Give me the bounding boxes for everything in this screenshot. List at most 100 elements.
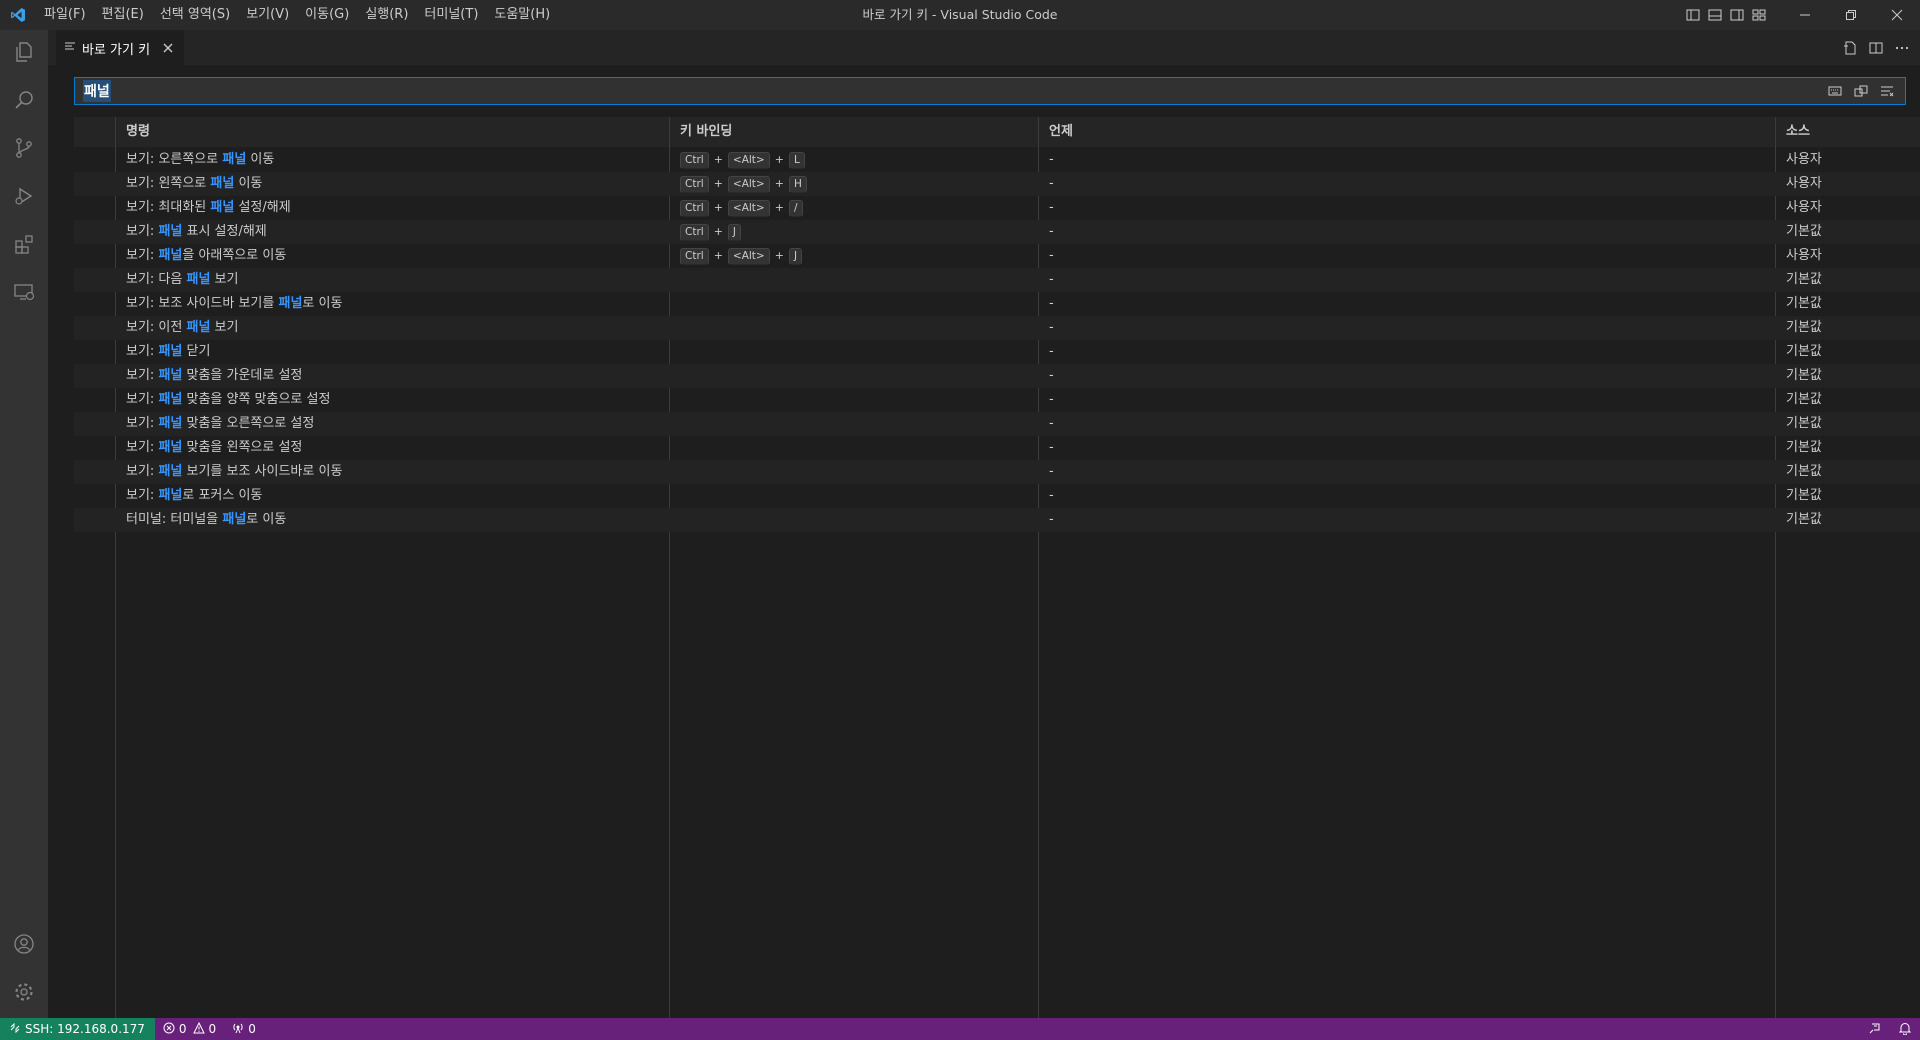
header-keybinding[interactable]: 키 바인딩 bbox=[680, 117, 732, 147]
menu-item[interactable]: 보기(V) bbox=[238, 0, 297, 30]
remote-explorer-button[interactable] bbox=[0, 270, 48, 318]
table-row[interactable]: 보기: 최대화된 패널 설정/해제 Ctrl + <Alt> + / - 사용자 bbox=[74, 196, 1920, 220]
menu-item[interactable]: 터미널(T) bbox=[416, 0, 486, 30]
explorer-button[interactable] bbox=[0, 30, 48, 78]
search-actions bbox=[1825, 81, 1905, 101]
when-cell: - bbox=[1049, 344, 1054, 359]
menu-item[interactable]: 선택 영역(S) bbox=[152, 0, 238, 30]
command-prefix: 보기: 왼쪽으로 bbox=[126, 176, 211, 191]
command-prefix: 보기: bbox=[126, 392, 159, 407]
table-row[interactable]: 보기: 패널로 포커스 이동 - 기본값 bbox=[74, 484, 1920, 508]
keybinding-cell[interactable]: Ctrl + <Alt> + J bbox=[680, 244, 803, 268]
table-row[interactable]: 보기: 오른쪽으로 패널 이동 Ctrl + <Alt> + L - 사용자 bbox=[74, 148, 1920, 172]
keybinding-cell[interactable]: Ctrl + J bbox=[680, 220, 742, 244]
search-match-highlight: 패널 bbox=[222, 152, 247, 167]
key-separator: + bbox=[774, 153, 784, 166]
menu-bar: 파일(F) 편집(E) 선택 영역(S) 보기(V) 이동(G) 실행(R) 터미널(T) 도… bbox=[36, 0, 558, 30]
menu-item[interactable]: 실행(R) bbox=[357, 0, 416, 30]
restore-icon[interactable] bbox=[1828, 0, 1874, 30]
toggle-primary-sidebar-icon[interactable] bbox=[1682, 0, 1704, 30]
feedback-button[interactable] bbox=[1860, 1018, 1890, 1040]
search-input[interactable]: 패널 bbox=[75, 80, 1825, 102]
header-when[interactable]: 언제 bbox=[1049, 117, 1073, 147]
command-prefix: 보기: bbox=[126, 224, 159, 239]
toggle-secondary-sidebar-icon[interactable] bbox=[1726, 0, 1748, 30]
header-command[interactable]: 명령 bbox=[126, 117, 150, 147]
header-source[interactable]: 소스 bbox=[1786, 117, 1810, 147]
search-match-highlight: 패널 bbox=[158, 416, 183, 431]
ports-indicator[interactable]: 0 bbox=[224, 1018, 264, 1040]
remote-indicator[interactable]: SSH: 192.168.0.177 bbox=[0, 1018, 155, 1040]
table-row[interactable]: 보기: 패널 맞춤을 가운데로 설정 - 기본값 bbox=[74, 364, 1920, 388]
customize-layout-icon[interactable] bbox=[1748, 0, 1770, 30]
table-row[interactable]: 보기: 패널 닫기 - 기본값 bbox=[74, 340, 1920, 364]
search-view-button[interactable] bbox=[0, 78, 48, 126]
search-match-highlight: 패널 bbox=[158, 224, 183, 239]
key-label: H bbox=[788, 175, 807, 193]
table-row[interactable]: 보기: 이전 패널 보기 - 기본값 bbox=[74, 316, 1920, 340]
table-row[interactable]: 보기: 보조 사이드바 보기를 패널로 이동 - 기본값 bbox=[74, 292, 1920, 316]
key-label: L bbox=[788, 151, 805, 169]
more-actions-icon[interactable] bbox=[1892, 38, 1912, 58]
problems-indicator[interactable]: 0 0 bbox=[155, 1018, 224, 1040]
tab-keyboard-shortcuts[interactable]: 바로 가기 키 bbox=[56, 30, 185, 65]
remote-icon bbox=[10, 1022, 20, 1036]
keybinding-cell[interactable]: Ctrl + <Alt> + L bbox=[680, 148, 805, 172]
warning-icon bbox=[192, 1021, 205, 1037]
record-keys-icon[interactable] bbox=[1825, 81, 1845, 101]
clear-filter-icon[interactable] bbox=[1877, 81, 1897, 101]
source-cell: 사용자 bbox=[1786, 200, 1822, 215]
when-cell: - bbox=[1049, 392, 1054, 407]
menu-item[interactable]: 도움말(H) bbox=[486, 0, 558, 30]
command-prefix: 보기: bbox=[126, 488, 159, 503]
command-suffix: 이동 bbox=[234, 176, 263, 191]
open-keybindings-json-icon[interactable] bbox=[1840, 38, 1860, 58]
command-prefix: 보기: 보조 사이드바 보기를 bbox=[126, 296, 279, 311]
source-cell: 사용자 bbox=[1786, 176, 1822, 191]
status-right bbox=[1860, 1018, 1920, 1040]
table-row[interactable]: 보기: 패널 맞춤을 양쪽 맞춤으로 설정 - 기본값 bbox=[74, 388, 1920, 412]
vscode-logo-icon[interactable] bbox=[0, 0, 36, 30]
source-cell: 기본값 bbox=[1786, 224, 1822, 239]
command-cell: 보기: 오른쪽으로 패널 이동 bbox=[126, 148, 274, 172]
table-row[interactable]: 보기: 패널 맞춤을 오른쪽으로 설정 - 기본값 bbox=[74, 412, 1920, 436]
keybindings-search-box[interactable]: 패널 bbox=[74, 77, 1906, 105]
minimize-icon[interactable] bbox=[1782, 0, 1828, 30]
notifications-button[interactable] bbox=[1890, 1018, 1920, 1040]
menu-item[interactable]: 편집(E) bbox=[94, 0, 152, 30]
menu-item[interactable]: 이동(G) bbox=[297, 0, 357, 30]
search-match-highlight: 패널 bbox=[158, 344, 183, 359]
warning-count: 0 bbox=[208, 1022, 217, 1036]
table-row[interactable]: 보기: 왼쪽으로 패널 이동 Ctrl + <Alt> + H - 사용자 bbox=[74, 172, 1920, 196]
source-cell: 기본값 bbox=[1786, 488, 1822, 503]
command-prefix: 보기: bbox=[126, 248, 159, 263]
extensions-button[interactable] bbox=[0, 222, 48, 270]
table-row[interactable]: 보기: 패널 표시 설정/해제 Ctrl + J - 기본값 bbox=[74, 220, 1920, 244]
split-editor-icon[interactable] bbox=[1866, 38, 1886, 58]
command-suffix: 보기를 보조 사이드바로 이동 bbox=[182, 464, 343, 479]
table-row[interactable]: 보기: 패널 맞춤을 왼쪽으로 설정 - 기본값 bbox=[74, 436, 1920, 460]
close-tab-icon[interactable] bbox=[162, 42, 174, 54]
toggle-panel-icon[interactable] bbox=[1704, 0, 1726, 30]
close-window-icon[interactable] bbox=[1874, 0, 1920, 30]
table-row[interactable]: 보기: 패널을 아래쪽으로 이동 Ctrl + <Alt> + J - 사용자 bbox=[74, 244, 1920, 268]
search-match-highlight: 패널 bbox=[158, 488, 183, 503]
when-cell: - bbox=[1049, 176, 1054, 191]
run-debug-button[interactable] bbox=[0, 174, 48, 222]
menu-item[interactable]: 파일(F) bbox=[36, 0, 94, 30]
manage-button[interactable] bbox=[0, 970, 48, 1018]
when-cell: - bbox=[1049, 272, 1054, 287]
source-control-button[interactable] bbox=[0, 126, 48, 174]
keybinding-cell[interactable]: Ctrl + <Alt> + H bbox=[680, 172, 807, 196]
when-cell: - bbox=[1049, 200, 1054, 215]
keybinding-cell[interactable]: Ctrl + <Alt> + / bbox=[680, 196, 803, 220]
key-label: J bbox=[788, 247, 803, 265]
table-row[interactable]: 보기: 패널 보기를 보조 사이드바로 이동 - 기본값 bbox=[74, 460, 1920, 484]
command-suffix: 로 포커스 이동 bbox=[182, 488, 263, 503]
activity-bar bbox=[0, 30, 48, 1018]
sort-by-precedence-icon[interactable] bbox=[1851, 81, 1871, 101]
accounts-button[interactable] bbox=[0, 922, 48, 970]
table-row[interactable]: 터미널: 터미널을 패널로 이동 - 기본값 bbox=[74, 508, 1920, 532]
table-row[interactable]: 보기: 다음 패널 보기 - 기본값 bbox=[74, 268, 1920, 292]
search-match-highlight: 패널 bbox=[210, 200, 235, 215]
